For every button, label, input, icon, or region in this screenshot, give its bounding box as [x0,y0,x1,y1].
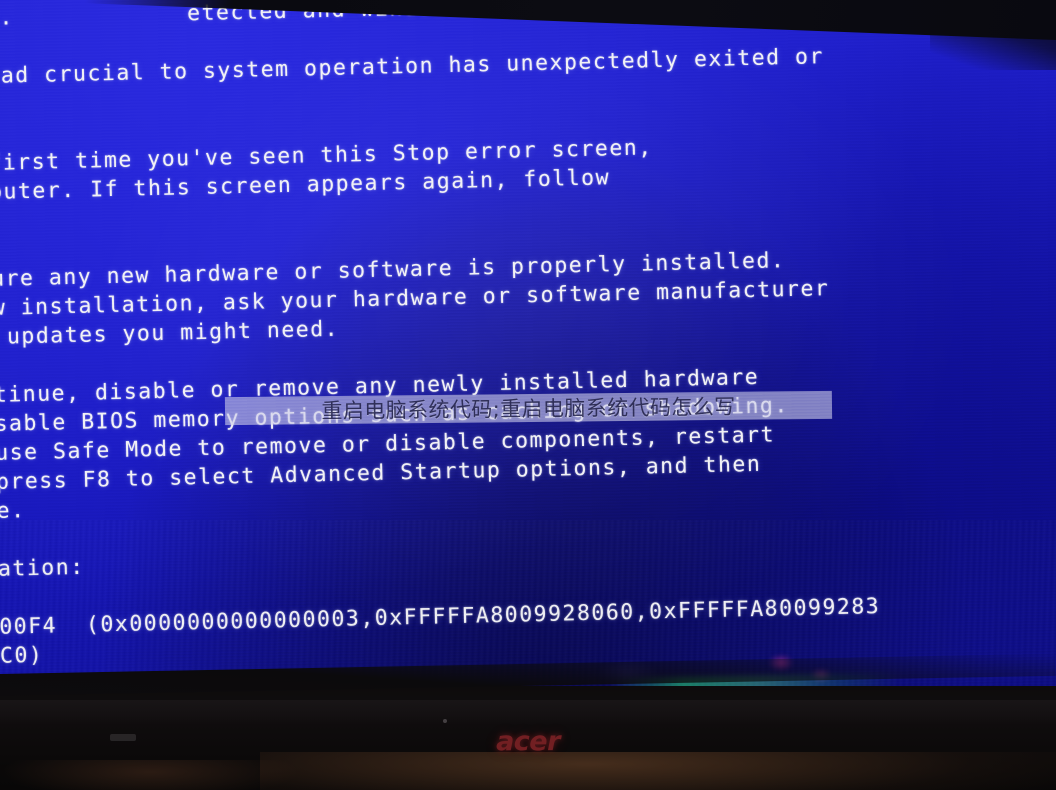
screen-vignette [0,0,1056,744]
watermark-text: 重启电脑系统代码;重启电脑系统代码怎么写 [321,394,736,424]
monitor-bezel-bottom [0,686,1056,790]
monitor-screen-panel [0,0,1056,744]
screenshot-photo: omputer. etected and windows has been sh… [0,0,1056,790]
